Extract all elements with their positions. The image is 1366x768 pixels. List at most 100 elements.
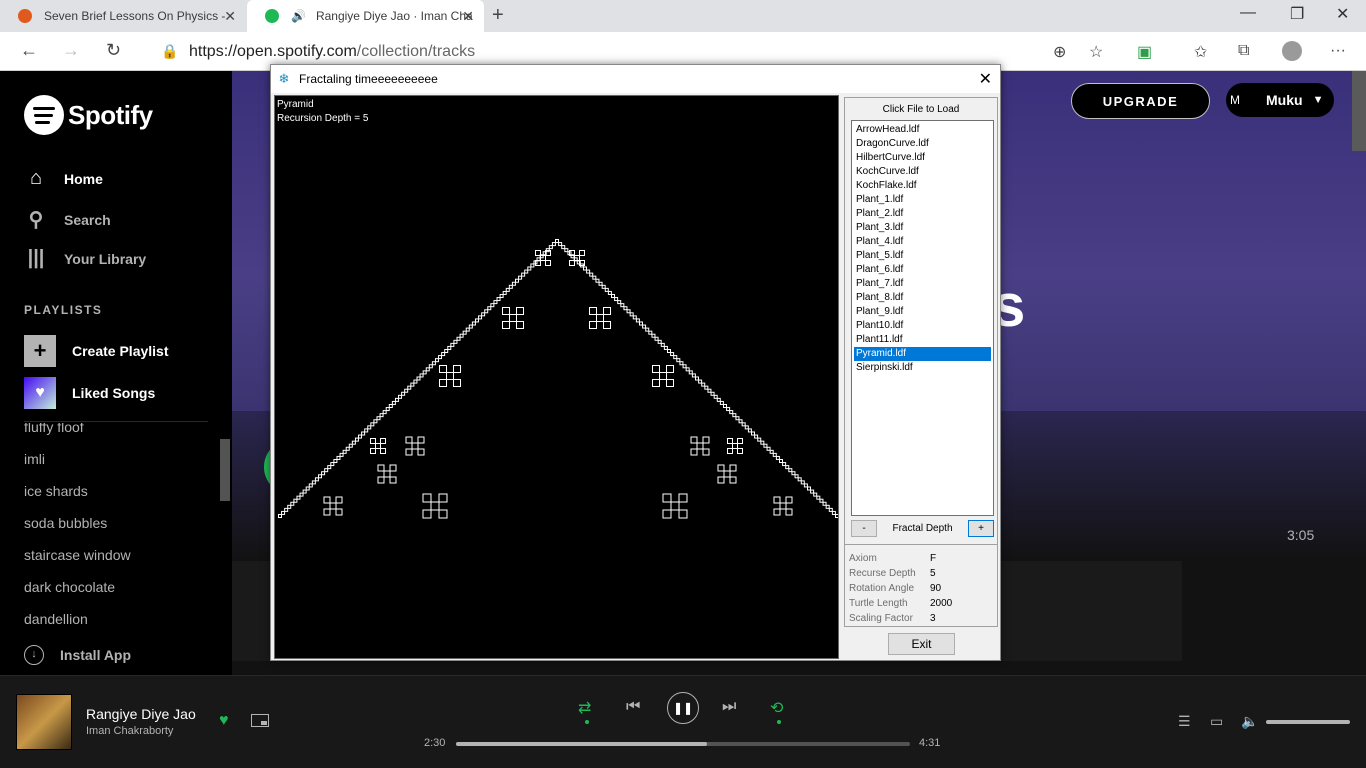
spotify-favicon-icon (265, 9, 279, 23)
exit-button[interactable]: Exit (888, 633, 955, 655)
upgrade-button[interactable]: UPGRADE (1071, 83, 1210, 119)
track-artist[interactable]: Iman Chakraborty (86, 725, 173, 737)
dialog-close-icon[interactable]: ✕ (979, 69, 992, 89)
file-item[interactable]: Plant_5.ldf (854, 249, 991, 263)
file-item[interactable]: Sierpinski.ldf (854, 361, 991, 375)
fractal-segment (321, 471, 326, 476)
next-icon[interactable]: ⏭ (722, 698, 736, 716)
fractal-segment (670, 352, 675, 357)
file-item[interactable]: Plant_9.ldf (854, 305, 991, 319)
volume-icon[interactable]: 🔈 (1241, 713, 1258, 730)
devices-icon[interactable]: ▭ (1210, 713, 1223, 730)
playlist-item[interactable]: dandellion (24, 603, 208, 633)
playlist-item[interactable]: imli (24, 443, 208, 475)
file-item[interactable]: ArrowHead.ldf (854, 123, 991, 137)
file-item[interactable]: Plant_3.ldf (854, 221, 991, 235)
file-item[interactable]: Plant_2.ldf (854, 207, 991, 221)
shuffle-icon[interactable]: ⇄ (578, 698, 591, 718)
file-item[interactable]: HilbertCurve.ldf (854, 151, 991, 165)
nav-library[interactable]: ||| Your Library (24, 247, 147, 270)
file-list[interactable]: ArrowHead.ldf DragonCurve.ldf HilbertCurve… (851, 120, 994, 516)
file-item[interactable]: Plant_7.ldf (854, 277, 991, 291)
fractal-segment (679, 361, 684, 366)
decrease-depth-button[interactable]: - (851, 520, 877, 537)
new-tab-icon[interactable]: + (492, 4, 504, 27)
playlist-item[interactable]: soda bubbles (24, 507, 208, 539)
file-item[interactable]: Plant_1.ldf (854, 193, 991, 207)
fractal-segment (419, 373, 424, 378)
restore-icon[interactable]: ❐ (1290, 4, 1304, 24)
dialog-titlebar[interactable]: ❄ Fractaling timeeeeeeeeee ✕ (271, 65, 1000, 93)
heart-icon[interactable]: ♥ (219, 712, 229, 730)
fractal-cluster (417, 436, 425, 444)
fractal-segment (456, 336, 461, 341)
increase-depth-button[interactable]: + (968, 520, 994, 537)
now-playing-bar: Rangiye Diye Jao Iman Chakraborty ♥ ⇄ ⏮ … (0, 675, 1366, 768)
playlist-scrollbar[interactable] (220, 439, 230, 501)
browser-tab-physics[interactable]: Seven Brief Lessons On Physics - ✕ (0, 0, 246, 32)
fractal-segment (785, 465, 790, 470)
progress-bar[interactable] (456, 742, 910, 746)
file-item[interactable]: Plant11.ldf (854, 333, 991, 347)
queue-icon[interactable]: ☰ (1178, 713, 1191, 730)
liked-songs-button[interactable]: ♥ Liked Songs (24, 377, 155, 409)
fractal-cluster (670, 501, 680, 511)
fractal-cluster (732, 443, 738, 449)
fractal-segment (459, 333, 464, 338)
back-icon[interactable]: ← (20, 40, 38, 61)
pause-icon[interactable]: ❚❚ (667, 692, 699, 724)
previous-icon[interactable]: ⏮ (626, 698, 640, 716)
collections-icon[interactable]: ⧉ (1238, 42, 1249, 60)
fractal-cluster (785, 496, 793, 504)
close-tab-icon[interactable]: ✕ (462, 8, 474, 25)
favorite-star-icon[interactable]: ☆ (1089, 42, 1103, 62)
extension-icon[interactable]: ▣ (1137, 42, 1152, 62)
playlist-item[interactable]: fluffy floof (24, 423, 208, 443)
playlist-item[interactable]: ice shards (24, 475, 208, 507)
fractal-cluster (603, 321, 611, 329)
file-item[interactable]: Plant_4.ldf (854, 235, 991, 249)
fractal-cluster (438, 493, 448, 503)
nav-search[interactable]: ⚲ Search (24, 207, 111, 232)
picture-in-picture-icon[interactable] (251, 714, 269, 727)
fractal-segment (511, 281, 516, 286)
fractal-cluster (335, 496, 343, 504)
track-title[interactable]: Rangiye Diye Jao (86, 706, 196, 722)
album-cover[interactable] (16, 694, 72, 750)
refresh-icon[interactable]: ↻ (106, 40, 121, 61)
file-item[interactable]: DragonCurve.ldf (854, 137, 991, 151)
close-tab-icon[interactable]: ✕ (224, 8, 236, 25)
profile-icon[interactable] (1282, 41, 1302, 61)
playlist-item[interactable]: dark chocolate (24, 571, 208, 603)
forward-icon[interactable]: → (62, 40, 80, 61)
nav-home[interactable]: ⌂ Home (24, 167, 103, 190)
speaker-icon[interactable]: 🔊 (291, 9, 306, 23)
window-close-icon[interactable]: ✕ (1336, 4, 1349, 24)
url-field[interactable]: 🔒 https://open.spotify.com/collection/tr… (145, 37, 1120, 66)
file-item[interactable]: KochFlake.ldf (854, 179, 991, 193)
browser-tab-spotify[interactable]: 🔊 Rangiye Diye Jao · Iman Cha ✕ (247, 0, 484, 32)
favorites-list-icon[interactable]: ✩ (1194, 42, 1207, 62)
fractal-segment (333, 459, 338, 463)
properties-panel: Axiom F Recurse Depth 5 Rotation Angle 90 Turt… (845, 544, 997, 627)
more-menu-icon[interactable]: ··· (1330, 42, 1346, 60)
main-scrollbar[interactable] (1352, 71, 1366, 151)
install-app-button[interactable]: ↓ Install App (24, 645, 131, 665)
volume-slider[interactable] (1266, 720, 1350, 724)
fractal-segment (318, 474, 323, 479)
add-app-icon[interactable]: ⊕ (1053, 42, 1066, 62)
file-item[interactable]: Plant_6.ldf (854, 263, 991, 277)
spotify-logo[interactable]: Spotify (24, 95, 153, 135)
repeat-icon[interactable]: ⟲ (770, 698, 783, 718)
user-menu-button[interactable]: M Muku ▼ (1226, 83, 1334, 117)
fractal-segment (358, 434, 363, 439)
minimize-icon[interactable]: — (1240, 4, 1256, 22)
file-item[interactable]: KochCurve.ldf (854, 165, 991, 179)
create-playlist-button[interactable]: + Create Playlist (24, 335, 169, 367)
playlist-item[interactable]: staircase window (24, 539, 208, 571)
fractal-cluster (589, 321, 597, 329)
file-item[interactable]: Plant10.ldf (854, 319, 991, 333)
file-item[interactable]: Pyramid.ldf (854, 347, 991, 361)
fractal-canvas: Pyramid Recursion Depth = 5 (274, 95, 839, 659)
file-item[interactable]: Plant_8.ldf (854, 291, 991, 305)
